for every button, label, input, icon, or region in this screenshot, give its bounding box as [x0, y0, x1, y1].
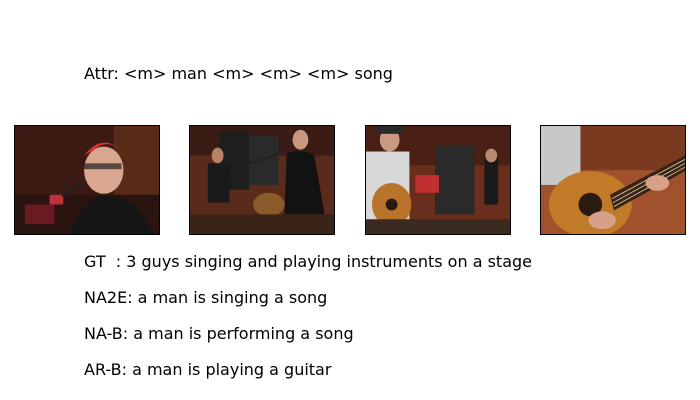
video-frame-1	[14, 125, 160, 235]
video-frame-2	[189, 125, 335, 235]
singer-with-microphone-image	[15, 126, 159, 234]
video-frame-3	[365, 125, 511, 235]
band-in-studio-image	[190, 126, 334, 234]
na2e-caption: NA2E: a man is singing a song	[84, 288, 328, 307]
ar-b-caption: AR-B: a man is playing a guitar	[84, 360, 332, 379]
guitar-closeup-image	[541, 126, 685, 234]
na-b-caption: NA-B: a man is performing a song	[84, 324, 354, 343]
guitarist-singing-image	[366, 126, 510, 234]
attr-caption: Attr: <m> man <m> <m> <m> song	[84, 64, 393, 83]
ground-truth-caption: GT : 3 guys singing and playing instrume…	[84, 252, 532, 271]
video-frame-4	[540, 125, 686, 235]
